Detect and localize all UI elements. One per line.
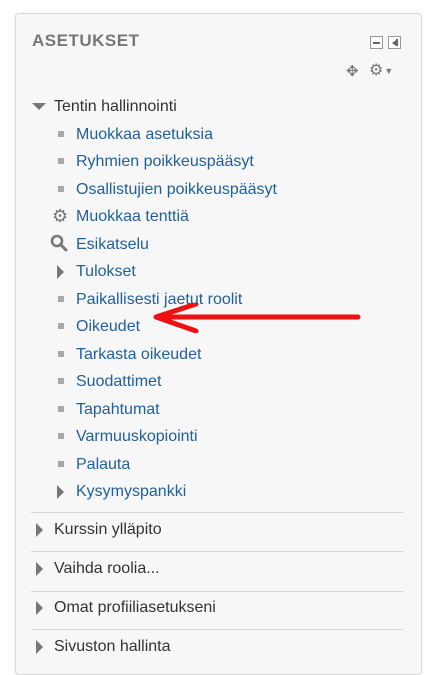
expand-triangle-icon[interactable] [57,485,64,499]
tree-section-quiz-admin[interactable]: Tentin hallinnointi [54,96,177,118]
tree-item-varmuuskopiointi[interactable]: Varmuuskopiointi [76,426,198,448]
tree-item-oikeudet[interactable]: Oikeudet [76,316,140,338]
annotation-arrow [153,303,361,333]
block-actions-menu[interactable]: ⚙▼ [369,63,393,79]
bullet-icon [58,433,64,439]
bullet-icon [58,158,64,164]
bullet-icon [58,131,64,137]
expand-triangle-icon[interactable] [36,523,43,537]
divider [31,591,403,592]
tree-item-suodattimet[interactable]: Suodattimet [76,371,161,393]
divider [31,629,403,630]
bullet-icon [58,378,64,384]
expand-triangle-icon[interactable] [36,601,43,615]
tree-item-ryhmien-poikkeuspaasyt[interactable]: Ryhmien poikkeuspääsyt [76,151,254,173]
gear-icon: ⚙ [369,62,384,80]
gear-icon: ⚙ [52,206,69,226]
tree-section-sivuston-hallinta[interactable]: Sivuston hallinta [54,636,171,658]
bullet-icon [58,186,64,192]
move-icon[interactable]: ✥ [346,64,359,80]
bullet-icon [58,461,64,467]
bullet-icon [58,351,64,357]
expand-triangle-icon[interactable] [36,640,43,654]
magnifier-icon [50,234,68,255]
tree-item-muokkaa-tenttia[interactable]: Muokkaa tenttiä [76,206,189,228]
collapse-triangle-icon[interactable] [32,103,46,110]
tree-item-kysymyspankki[interactable]: Kysymyspankki [76,481,186,503]
tree-section-omat-profiiliasetukseni[interactable]: Omat profiiliasetukseni [54,597,216,619]
tree-item-palauta[interactable]: Palauta [76,454,130,476]
expand-triangle-icon[interactable] [36,562,43,576]
expand-triangle-icon[interactable] [57,265,64,279]
block-title: ASETUKSET [32,31,140,50]
divider [31,512,403,513]
divider [31,551,403,552]
tree-item-tapahtumat[interactable]: Tapahtumat [76,399,160,421]
tree-section-vaihda-roolia[interactable]: Vaihda roolia... [54,558,160,580]
bullet-icon [58,406,64,412]
tree-item-esikatselu[interactable]: Esikatselu [76,234,149,256]
settings-block: ASETUKSET ✥ ⚙▼ Tentin hallinnointi Muokk… [15,13,422,675]
tree-item-muokkaa-asetuksia[interactable]: Muokkaa asetuksia [76,124,213,146]
section-label: Tentin hallinnointi [54,98,177,115]
tree-item-tarkasta-oikeudet[interactable]: Tarkasta oikeudet [76,344,201,366]
chevron-down-icon: ▼ [384,66,394,76]
bullet-icon [58,323,64,329]
dock-block-icon[interactable] [388,36,401,49]
minimize-block-icon[interactable] [370,36,383,49]
tree-item-osallistujien-poikkeuspaasyt[interactable]: Osallistujien poikkeuspääsyt [76,179,277,201]
tree-section-kurssin-yllapito[interactable]: Kurssin ylläpito [54,519,162,541]
tree-item-tulokset[interactable]: Tulokset [76,261,136,283]
bullet-icon [58,296,64,302]
